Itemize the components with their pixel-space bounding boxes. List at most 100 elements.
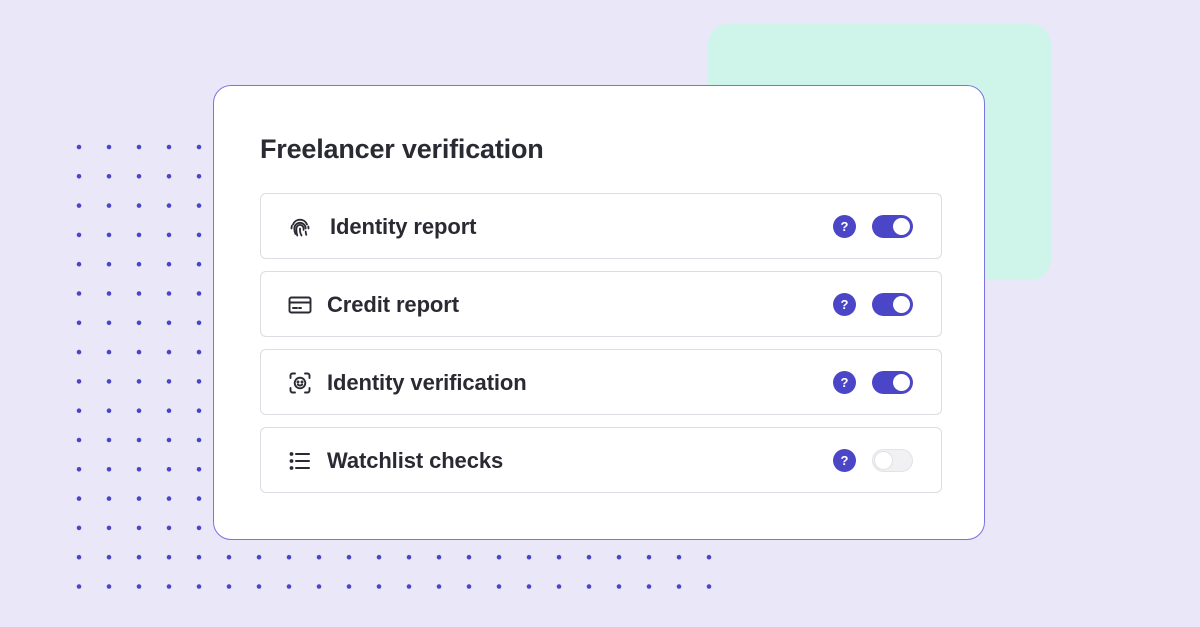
- decor-dot: [316, 584, 322, 589]
- decor-dot: [406, 554, 412, 560]
- decor-dot: [646, 584, 652, 589]
- decor-dot: [106, 349, 112, 355]
- decor-dot: [76, 584, 82, 589]
- decor-dot: [76, 437, 82, 443]
- verification-card: Freelancer verification Identity report …: [213, 85, 985, 540]
- help-icon[interactable]: ?: [833, 371, 856, 394]
- decor-dot: [136, 408, 142, 414]
- decor-dot: [136, 496, 142, 501]
- decor-dot: [106, 291, 112, 296]
- decor-dot: [136, 232, 142, 238]
- decor-dot: [136, 584, 142, 589]
- decor-dot: [196, 144, 202, 150]
- decor-dot: [256, 554, 262, 560]
- fingerprint-icon: [287, 214, 313, 240]
- list-item-identity-report: Identity report ?: [260, 193, 942, 259]
- decor-dot: [196, 437, 202, 443]
- watchlist-checks-toggle[interactable]: [872, 449, 913, 472]
- toggle-knob: [893, 218, 910, 235]
- decor-dot: [136, 437, 142, 443]
- decor-dot: [196, 349, 202, 355]
- decor-dot: [76, 408, 82, 414]
- decor-dot: [106, 203, 112, 208]
- decor-dot: [76, 379, 82, 384]
- decor-dot: [166, 174, 172, 179]
- decor-dot: [196, 467, 202, 472]
- help-icon[interactable]: ?: [833, 449, 856, 472]
- decor-dot: [166, 379, 172, 384]
- decor-dot: [226, 554, 232, 560]
- decor-dot: [136, 554, 142, 560]
- decor-dot: [106, 320, 112, 326]
- decor-dot: [106, 467, 112, 472]
- decor-dot: [76, 174, 82, 179]
- decor-dot: [196, 320, 202, 326]
- decor-dot: [136, 174, 142, 179]
- decor-dot: [526, 584, 532, 589]
- item-label: Identity report: [330, 214, 477, 239]
- credit-report-toggle[interactable]: [872, 293, 913, 316]
- decor-dot: [136, 467, 142, 472]
- decor-dot: [136, 525, 142, 531]
- decor-dot: [616, 584, 622, 589]
- decor-dot: [166, 349, 172, 355]
- decor-dot: [376, 584, 382, 589]
- decor-dot: [166, 320, 172, 326]
- verification-list: Identity report ? Credit report ? Identi…: [260, 193, 942, 505]
- decor-dot: [106, 496, 112, 501]
- decor-dot: [526, 554, 532, 560]
- decor-dot: [106, 261, 112, 267]
- decor-dot: [106, 554, 112, 560]
- help-icon[interactable]: ?: [833, 215, 856, 238]
- decor-dot: [196, 174, 202, 179]
- decor-dot: [166, 144, 172, 150]
- decor-dot: [196, 408, 202, 414]
- decor-dot: [166, 467, 172, 472]
- decor-dot: [196, 203, 202, 208]
- decor-dot: [706, 554, 712, 560]
- item-label: Identity verification: [327, 370, 527, 395]
- identity-verification-toggle[interactable]: [872, 371, 913, 394]
- list-icon: [287, 448, 313, 474]
- decor-dot: [346, 554, 352, 560]
- decor-dot: [196, 496, 202, 501]
- list-item-identity-verification: Identity verification ?: [260, 349, 942, 415]
- help-icon[interactable]: ?: [833, 293, 856, 316]
- decor-dot: [166, 203, 172, 208]
- decor-dot: [76, 467, 82, 472]
- decor-dot: [376, 554, 382, 560]
- decor-dot: [166, 232, 172, 238]
- decor-dot: [256, 584, 262, 589]
- decor-dot: [196, 584, 202, 589]
- decor-dot: [436, 584, 442, 589]
- decor-dot: [76, 554, 82, 560]
- decor-dot: [76, 320, 82, 326]
- decor-dot: [136, 349, 142, 355]
- decor-dot: [76, 496, 82, 501]
- decor-dot: [556, 584, 562, 589]
- decor-dot: [556, 554, 562, 560]
- decor-dot: [496, 584, 502, 589]
- item-label: Watchlist checks: [327, 448, 504, 473]
- decor-dot: [646, 554, 652, 560]
- decor-dot: [436, 554, 442, 560]
- decor-dot: [676, 554, 682, 560]
- decor-dot: [106, 584, 112, 589]
- decor-dot: [106, 144, 112, 150]
- decor-dot: [106, 525, 112, 531]
- decor-dot: [136, 144, 142, 150]
- decor-dot: [466, 554, 472, 560]
- toggle-knob: [893, 374, 910, 391]
- decor-dot: [196, 379, 202, 384]
- face-scan-icon: [287, 370, 313, 396]
- decor-dot: [136, 320, 142, 326]
- decor-dot: [76, 291, 82, 296]
- decor-dot: [196, 525, 202, 531]
- decor-dot: [76, 349, 82, 355]
- identity-report-toggle[interactable]: [872, 215, 913, 238]
- decor-dot: [136, 291, 142, 296]
- card-title: Freelancer verification: [260, 134, 544, 164]
- decor-dot: [226, 584, 232, 589]
- decor-dot: [166, 554, 172, 560]
- decor-dot: [106, 379, 112, 384]
